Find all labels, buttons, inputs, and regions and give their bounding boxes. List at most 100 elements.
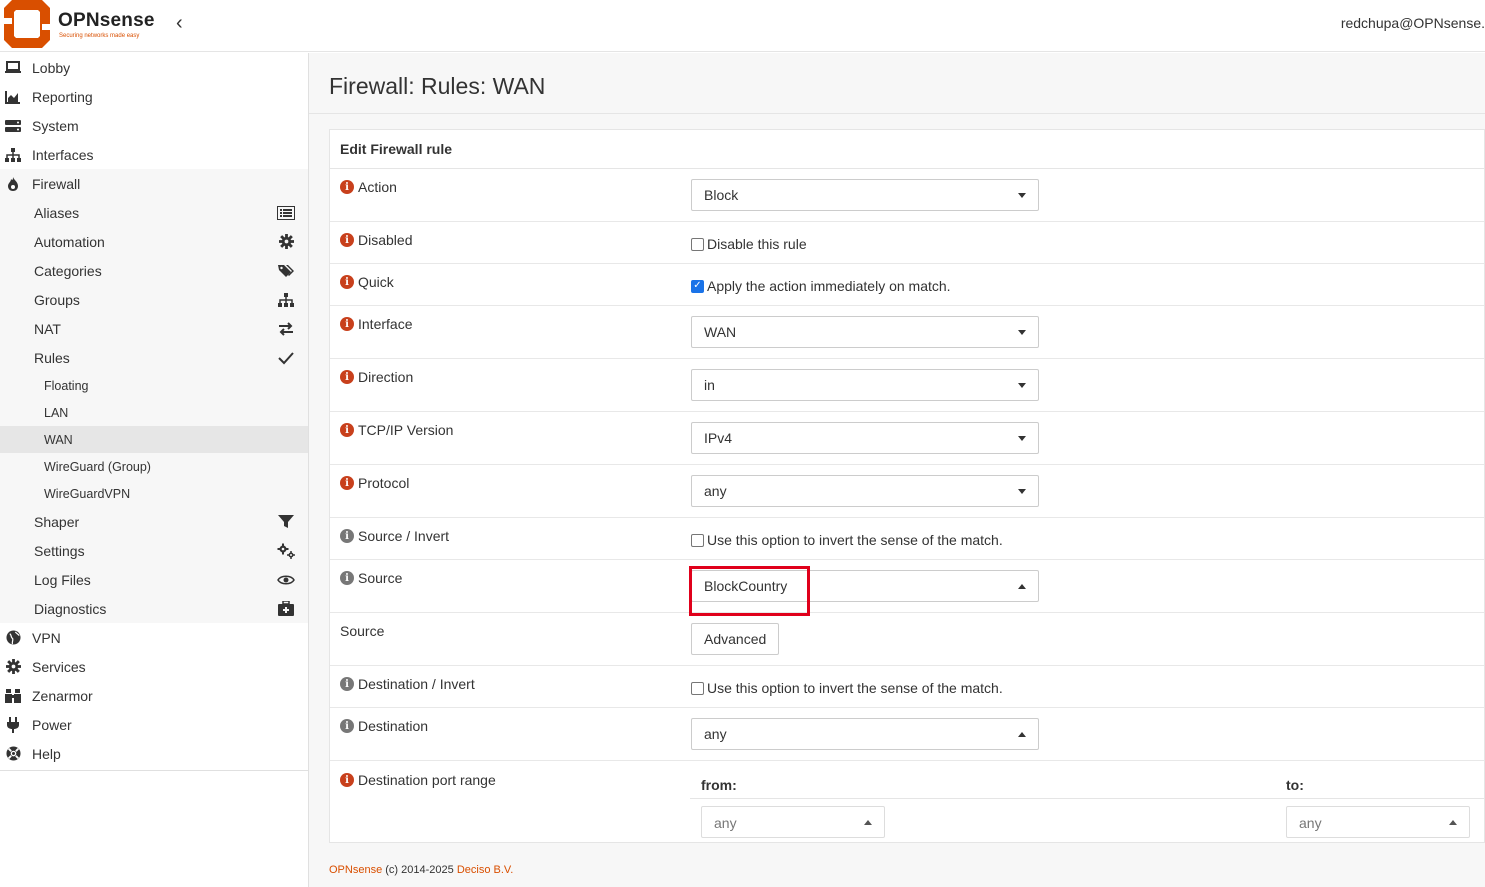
interface-label: i Interface [340,316,412,332]
caret-up-icon [1018,584,1026,589]
info-icon[interactable]: i [340,476,354,490]
source-advanced-button[interactable]: Advanced [691,623,780,655]
port-to-select[interactable]: any [1286,806,1470,838]
sidebar-item-label: Log Files [34,571,91,588]
disabled-checkbox[interactable] [691,237,704,251]
sidebar-item-vpn[interactable]: VPN [0,623,308,652]
footer-copyright: (c) 2014-2025 [382,864,457,876]
sidebar-item-interfaces[interactable]: Interfaces [0,140,308,169]
panel-title: Edit Firewall rule [340,141,453,157]
footer-company-link[interactable]: Deciso B.V. [457,864,513,876]
row-quick: i Quick Apply the action immediately on m… [330,264,1484,306]
source-select[interactable]: BlockCountry [691,570,1039,602]
row-destination-port-range: i Destination port range from: to: any an… [330,761,1484,842]
sidebar-item-help[interactable]: Help [0,739,308,768]
destination-invert-check: Use this option to invert the sense of t… [691,680,1003,696]
info-icon[interactable]: i [340,180,354,194]
disabled-check: Disable this rule [691,236,807,252]
sidebar-item-power[interactable]: Power [0,710,308,739]
info-icon[interactable]: i [340,317,354,331]
sidebar-item-label: Zenarmor [32,687,93,704]
sidebar-item-nat[interactable]: NAT [0,314,308,343]
sidebar-item-automation[interactable]: Automation [0,227,308,256]
destination-port-label-text: Destination port range [358,772,496,788]
exchange-icon [276,320,296,338]
sitemap-icon [276,291,296,309]
disabled-checkbox-label: Disable this rule [707,236,807,252]
sidebar-item-firewall[interactable]: Firewall [0,169,308,198]
source-invert-checkbox-label: Use this option to invert the sense of t… [707,532,1003,548]
source-invert-checkbox[interactable] [691,533,704,547]
sidebar-item-log-files[interactable]: Log Files [0,565,308,594]
info-icon[interactable]: i [340,423,354,437]
info-icon[interactable]: i [340,719,354,733]
sidebar-item-rules[interactable]: Rules [0,343,308,372]
sidebar-item-rules-floating[interactable]: Floating [0,372,308,399]
destination-select[interactable]: any [691,718,1039,750]
info-icon[interactable]: i [340,773,354,787]
destination-invert-checkbox-label: Use this option to invert the sense of t… [707,680,1003,696]
port-to-value: any [1299,815,1322,831]
sidebar-item-shaper[interactable]: Shaper [0,507,308,536]
caret-down-icon [1018,330,1026,335]
interface-select[interactable]: WAN [691,316,1039,348]
sidebar-item-categories[interactable]: Categories [0,256,308,285]
caret-up-icon [864,820,872,825]
info-icon[interactable]: i [340,233,354,247]
sidebar-item-diagnostics[interactable]: Diagnostics [0,594,308,623]
ipversion-select[interactable]: IPv4 [691,422,1039,454]
direction-select[interactable]: in [691,369,1039,401]
protocol-select[interactable]: any [691,475,1039,507]
info-icon[interactable]: i [340,529,354,543]
opnsense-logo-icon [2,0,52,48]
footer-org-link[interactable]: OPNsense [329,864,382,876]
action-select[interactable]: Block [691,179,1039,211]
sidebar-item-label: VPN [32,629,61,646]
sidebar-item-system[interactable]: System [0,111,308,140]
sidebar-item-services[interactable]: Services [0,652,308,681]
list-icon [276,204,296,222]
quick-check: Apply the action immediately on match. [691,278,951,294]
user-menu[interactable]: redchupa@OPNsense. [1341,15,1485,31]
sidebar-item-rules-wireguard-group[interactable]: WireGuard (Group) [0,453,308,480]
info-icon[interactable]: i [340,275,354,289]
cog-icon [4,658,22,676]
sidebar-item-rules-lan[interactable]: LAN [0,399,308,426]
sidebar-item-label: Automation [34,233,105,250]
sidebar-item-groups[interactable]: Groups [0,285,308,314]
sidebar-item-aliases[interactable]: Aliases [0,198,308,227]
ipversion-value: IPv4 [704,430,733,446]
gears-icon [276,542,296,560]
sidebar: Lobby Reporting System Interfaces Firewa… [0,53,309,887]
row-source: i Source BlockCountry [330,560,1484,616]
caret-up-icon [1018,732,1026,737]
sidebar-item-lobby[interactable]: Lobby [0,53,308,82]
source-invert-check: Use this option to invert the sense of t… [691,532,1003,548]
direction-value: in [704,377,715,393]
sidebar-item-label: Interfaces [32,146,94,163]
info-icon[interactable]: i [340,571,354,585]
destination-invert-checkbox[interactable] [691,681,704,695]
port-from-select[interactable]: any [701,806,885,838]
row-source-advanced: Source Advanced [330,613,1484,666]
opnsense-logo[interactable]: OPNsense Securing networks made easy [0,0,170,50]
quick-checkbox-label: Apply the action immediately on match. [707,278,951,294]
sidebar-item-settings[interactable]: Settings [0,536,308,565]
logo-tagline: Securing networks made easy [59,33,140,39]
main-content: Firewall: Rules: WAN Edit Firewall rule … [309,53,1485,887]
row-interface: i Interface WAN [330,306,1484,359]
collapse-sidebar-icon[interactable]: ‹ [176,12,183,35]
binoculars-icon [4,687,22,705]
source-invert-label-text: Source / Invert [358,528,450,544]
quick-checkbox[interactable] [691,279,704,293]
sidebar-item-rules-wan[interactable]: WAN [0,426,308,453]
footer: OPNsense (c) 2014-2025 Deciso B.V. [329,864,513,876]
info-icon[interactable]: i [340,370,354,384]
sidebar-item-zenarmor[interactable]: Zenarmor [0,681,308,710]
sidebar-item-rules-wireguardvpn[interactable]: WireGuardVPN [0,480,308,507]
protocol-value: any [704,483,727,499]
info-icon[interactable]: i [340,677,354,691]
caret-down-icon [1018,383,1026,388]
sidebar-item-reporting[interactable]: Reporting [0,82,308,111]
port-range-header: from: to: [690,769,1484,799]
